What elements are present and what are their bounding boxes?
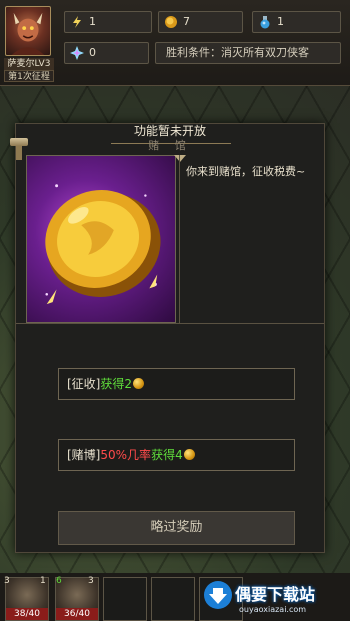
event-description: 你来到赌馆，征收税费~ <box>186 165 306 178</box>
potion-counter: 1 <box>252 11 341 33</box>
choice-collect-prefix: [征收] <box>67 377 101 391</box>
choice-collect-reward: 获得2 <box>100 377 133 391</box>
gold-coin-icon <box>165 16 177 28</box>
top-status-bar: 萨麦尔LV3 第1次征程 1 7 1 0 胜利条件：消灭所有双刀侠客 <box>0 0 350 86</box>
potion-value: 1 <box>277 15 284 28</box>
event-illustration <box>26 155 176 323</box>
gold-counter: 7 <box>158 11 243 33</box>
site-watermark: 偶要下载站 ouyaoxiazai.com <box>195 578 350 621</box>
unit-rank-badge: 6 <box>56 576 62 586</box>
dialog-header: 赌 馆 功能暂未开放 <box>16 124 324 152</box>
unit-hp: 38/40 <box>6 608 48 620</box>
choice-collect-tax[interactable]: [征收]获得2 <box>58 368 295 400</box>
unit-level-badge: 3 <box>88 576 94 586</box>
lightning-icon <box>73 16 81 28</box>
gem-counter: 0 <box>64 42 149 64</box>
choice-gamble-prefix: [赌博] <box>67 448 101 462</box>
feature-unavailable-notice: 功能暂未开放 <box>133 124 206 138</box>
gold-coin-illustration-icon <box>45 184 161 305</box>
choice-gamble-chance: 50%几率 <box>100 448 152 462</box>
divider-horizontal <box>16 323 324 324</box>
energy-value: 1 <box>89 15 96 28</box>
watermark-url: ouyaoxiazai.com <box>239 605 307 614</box>
unit-level-badge: 3 <box>4 576 10 586</box>
coin-icon <box>133 378 145 389</box>
event-dialog: 赌 馆 功能暂未开放 你来到赌馆，征收税费~ [征收]获得2 [赌博]50%几率… <box>10 123 325 553</box>
divider-vertical <box>179 155 180 323</box>
watermark-title: 偶要下载站 <box>235 585 316 604</box>
event-title: 赌 馆 <box>148 139 192 152</box>
choice-gamble-reward: 获得4 <box>151 448 183 462</box>
hero-name-level: 萨麦尔LV3 <box>4 58 54 70</box>
win-condition: 胜利条件：消灭所有双刀侠客 <box>155 42 341 64</box>
gem-value: 0 <box>89 46 96 59</box>
download-arrow-icon <box>204 581 232 609</box>
unit-hp: 36/40 <box>56 608 98 620</box>
skip-reward-button[interactable]: 略过奖励 <box>58 511 295 545</box>
campaign-count: 第1次征程 <box>4 70 54 82</box>
party-slot-3[interactable]: 3 <box>88 576 147 621</box>
corner-ornament <box>174 155 186 162</box>
party-slot-4[interactable] <box>151 577 195 621</box>
demon-portrait-icon <box>11 12 45 55</box>
potion-flask-icon <box>260 16 270 29</box>
hero-avatar[interactable] <box>5 6 51 56</box>
unit-level-badge: 1 <box>40 576 46 586</box>
energy-counter: 1 <box>64 11 152 33</box>
gold-value: 7 <box>183 15 190 28</box>
crystal-star-icon <box>70 46 84 60</box>
choice-gamble[interactable]: [赌博]50%几率获得4 <box>58 439 295 471</box>
coin-icon <box>183 449 195 460</box>
scroll-rod <box>16 146 22 160</box>
scroll-pin-icon <box>10 138 28 146</box>
